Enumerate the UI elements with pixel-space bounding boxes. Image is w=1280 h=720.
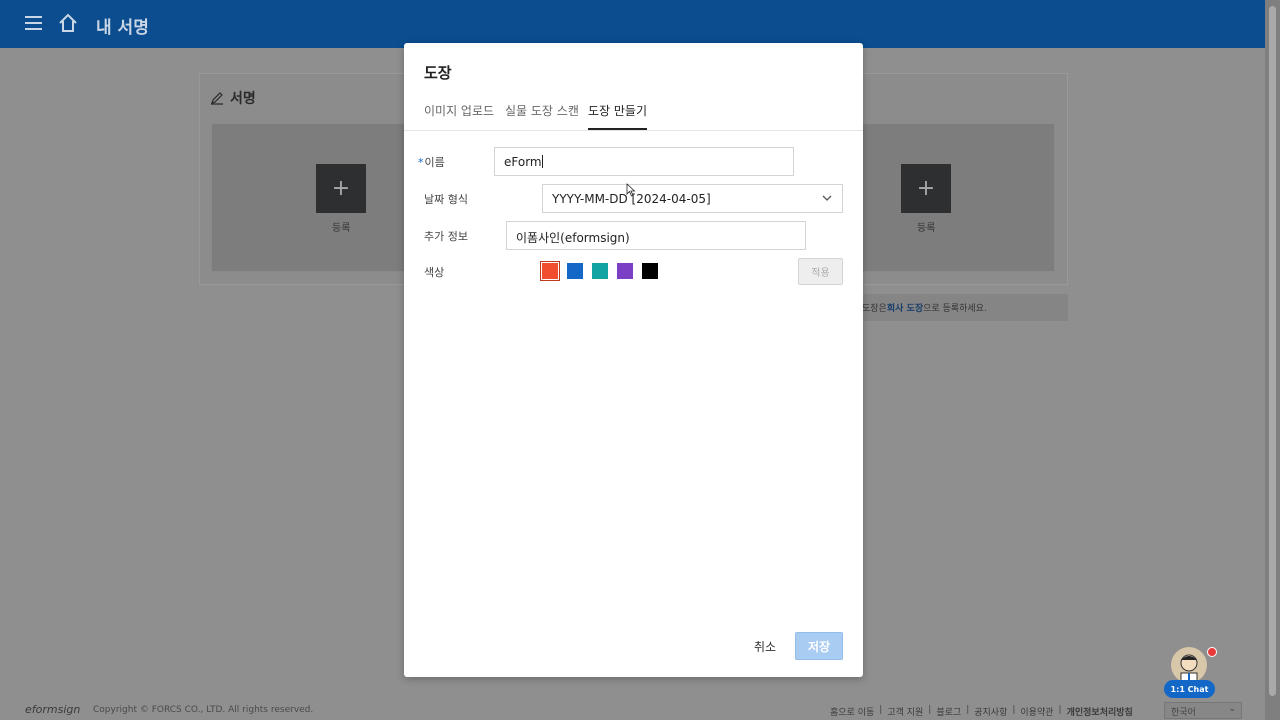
color-swatch-blue[interactable] xyxy=(567,263,583,279)
extra-info-input[interactable]: 이폼사인(eformsign) xyxy=(506,221,806,250)
cancel-button[interactable]: 취소 xyxy=(745,632,785,660)
footer-link-privacy[interactable]: 개인정보처리방침 xyxy=(1067,705,1133,718)
stamp-tabs: 이미지 업로드 실물 도장 스캔 도장 만들기 xyxy=(404,101,863,131)
pen-icon xyxy=(211,92,223,105)
notice-prefix: 도장은 xyxy=(862,304,887,314)
footer-link-support[interactable]: 고객 지원 xyxy=(887,705,923,718)
chevron-down-icon xyxy=(822,195,832,201)
color-swatch-black[interactable] xyxy=(642,263,658,279)
tab-scan-stamp[interactable]: 실물 도장 스캔 xyxy=(505,102,579,130)
color-swatch-red[interactable] xyxy=(540,261,560,281)
name-label: *이름 xyxy=(418,154,445,170)
footer-link-blog[interactable]: 블로그 xyxy=(936,705,961,718)
footer-link-notice[interactable]: 공지사항 xyxy=(974,705,1007,718)
name-input[interactable]: eForm xyxy=(494,147,794,176)
footer-link-home[interactable]: 홈으로 이동 xyxy=(830,705,874,718)
name-input-value: eForm xyxy=(504,155,542,169)
signature-card: + 등록 xyxy=(211,123,411,272)
home-icon[interactable] xyxy=(57,12,79,34)
chat-avatar[interactable] xyxy=(1171,647,1207,683)
extra-info-value: 이폼사인(eformsign) xyxy=(516,231,630,245)
notice-suffix: 으로 등록하세요. xyxy=(923,304,987,314)
hamburger-icon[interactable] xyxy=(25,16,42,30)
name-label-text: 이름 xyxy=(424,156,445,169)
stamp-notice: 도장은 회사 도장 으로 등록하세요. xyxy=(860,294,1068,321)
copyright: Copyright © FORCS CO., LTD. All rights r… xyxy=(93,705,314,715)
footer-logo: eformsign xyxy=(25,703,81,716)
section-title: 서명 xyxy=(210,88,256,108)
chat-button[interactable]: 1:1 Chat xyxy=(1164,680,1215,698)
apply-button[interactable]: 적용 xyxy=(798,258,843,285)
save-button[interactable]: 저장 xyxy=(795,632,843,660)
add-stamp-button[interactable]: + xyxy=(901,164,951,213)
text-caret xyxy=(541,155,543,168)
footer-link-terms[interactable]: 이용약관 xyxy=(1020,705,1053,718)
date-format-label: 날짜 형식 xyxy=(424,193,468,206)
language-value: 한국어 xyxy=(1171,708,1196,718)
chevron-down-icon: ⌄ xyxy=(1228,704,1236,714)
agent-avatar-icon xyxy=(1180,654,1198,683)
color-swatches xyxy=(540,261,658,281)
color-swatch-teal[interactable] xyxy=(592,263,608,279)
language-select[interactable]: 한국어 ⌄ xyxy=(1164,702,1242,719)
extra-info-label: 추가 정보 xyxy=(424,230,468,243)
color-swatch-purple[interactable] xyxy=(617,263,633,279)
stamp-dialog: 도장 이미지 업로드 실물 도장 스캔 도장 만들기 *이름 eForm 날짜 … xyxy=(404,43,863,677)
add-label: 등록 xyxy=(332,223,351,234)
date-format-select[interactable]: YYYY-MM-DD [2024-04-05] xyxy=(542,184,843,213)
tab-create-stamp[interactable]: 도장 만들기 xyxy=(588,102,648,130)
mouse-cursor-icon xyxy=(626,183,636,197)
section-title-label: 서명 xyxy=(230,91,256,107)
scrollbar-thumb[interactable] xyxy=(1269,6,1276,696)
required-mark: * xyxy=(418,156,424,169)
page-scrollbar[interactable] xyxy=(1265,0,1280,720)
footer: eformsign Copyright © FORCS CO., LTD. Al… xyxy=(0,700,1265,720)
chat-notification-dot xyxy=(1207,647,1217,657)
app-header: 내 서명 xyxy=(0,0,1265,48)
add-signature-button[interactable]: + xyxy=(316,164,366,213)
page-title: 내 서명 xyxy=(96,18,149,38)
dialog-title: 도장 xyxy=(424,64,452,82)
company-stamp-link[interactable]: 회사 도장 xyxy=(887,301,923,314)
stamp-card: + 등록 xyxy=(855,123,1055,272)
footer-links: 홈으로 이동 | 고객 지원 | 블로그 | 공지사항 | 이용약관 | 개인정보처리방침 xyxy=(830,705,1133,718)
color-label: 색상 xyxy=(424,266,445,279)
add-label: 등록 xyxy=(917,223,936,234)
tab-image-upload[interactable]: 이미지 업로드 xyxy=(424,102,494,130)
